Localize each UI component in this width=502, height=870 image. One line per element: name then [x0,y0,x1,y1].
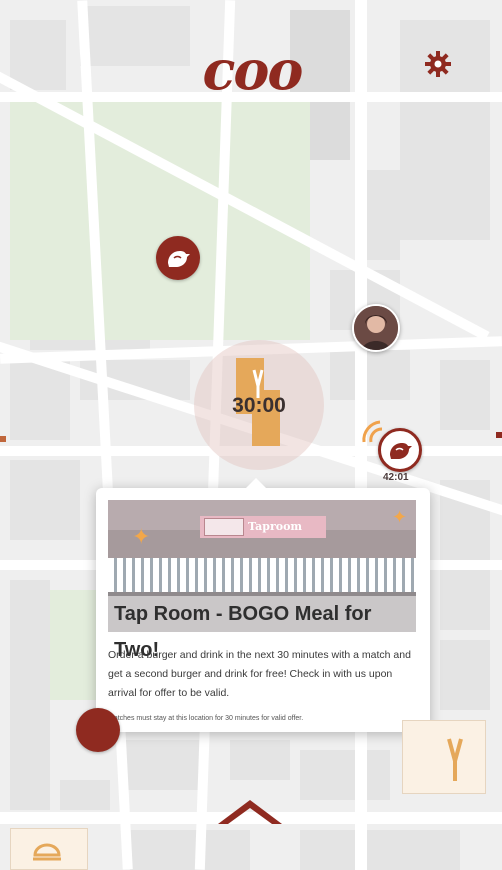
deal-popup[interactable]: Taproom ✦ ✦ Tap Room - BOGO Meal for Two… [96,478,430,732]
deal-card[interactable] [10,828,88,870]
map-block [60,780,110,810]
sparkle-icon: ✦ [392,507,408,527]
map-block [330,350,410,400]
deal-zone-timer: 30:00 [232,394,286,417]
chevron-up-icon[interactable] [216,796,284,826]
deal-card[interactable] [402,720,486,794]
offscreen-indicator [496,432,502,438]
deal-note: Matches must stay at this location for 3… [108,715,304,722]
bird-marker[interactable] [156,236,200,280]
map-block [10,580,50,810]
deal-tag-icon [447,738,463,781]
map-block [80,6,190,66]
deal-description: Order a burger and drink in the next 30 … [108,649,411,699]
map-block [300,750,390,800]
map-block [440,360,490,430]
map-block [130,830,250,870]
park-area [50,590,100,700]
deal-title: Tap Room - BOGO Meal for Two! [108,596,416,661]
bird-icon [390,443,412,459]
user-avatar[interactable] [352,304,400,352]
map-block [10,20,66,90]
map-block [300,830,460,870]
map-block [440,640,490,710]
bird-icon [168,251,190,267]
map-block [10,460,80,540]
photo-sign-text: Taproom [248,520,303,533]
marker-timer: 42:01 [383,472,409,483]
food-icon [33,843,61,861]
app-logo: coo [202,38,304,102]
map-block [230,740,290,780]
bird-marker-active[interactable] [378,428,422,472]
bird-marker[interactable] [76,708,120,752]
offscreen-indicator [0,436,6,442]
sparkle-icon: ✦ [132,524,151,549]
photo-sign-logo [204,518,244,536]
map-block [120,740,200,790]
photo-awning [108,558,416,592]
gear-icon[interactable] [424,50,452,78]
